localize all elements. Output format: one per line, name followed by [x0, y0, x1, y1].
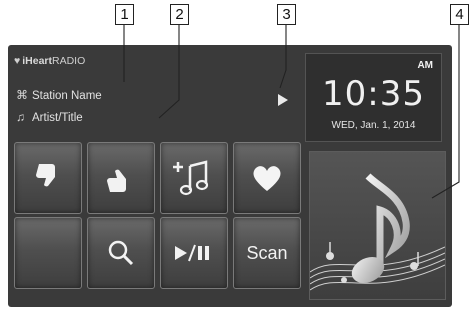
clock-date: WED, Jan. 1, 2014	[331, 120, 416, 131]
iheart-logo-icon: ♥	[14, 55, 21, 67]
callout-1: 1	[115, 4, 134, 25]
thumbs-down-button[interactable]	[14, 142, 82, 214]
station-icon: ⌘	[16, 88, 28, 102]
thumbs-down-icon	[36, 164, 55, 187]
callout-2: 2	[170, 4, 189, 25]
scan-label: Scan	[246, 242, 288, 263]
head-unit-screen: ♥ iHeartRADIO ⌘ Station Name ♫ Artist/Title…	[8, 45, 452, 307]
callout-3: 3	[277, 4, 296, 25]
add-music-button[interactable]	[160, 142, 228, 214]
logo-suffix: RADIO	[52, 55, 86, 67]
callout-4: 4	[450, 4, 469, 25]
scan-button[interactable]: Scan	[233, 217, 301, 289]
search-button[interactable]	[87, 217, 155, 289]
logo-text: iHeart	[22, 55, 52, 67]
thumbs-up-button[interactable]	[87, 142, 155, 214]
heart-icon	[253, 166, 281, 191]
clock-panel: AM 10:35 WED, Jan. 1, 2014	[305, 53, 442, 142]
clock-time: 10:35	[322, 74, 425, 114]
artist-title: Artist/Title	[32, 112, 83, 124]
play-pause-icon	[175, 244, 209, 262]
search-icon	[108, 240, 134, 266]
thumbs-up-icon	[107, 169, 126, 192]
album-art[interactable]	[309, 151, 446, 300]
music-note-icon	[310, 173, 445, 291]
add-music-icon	[173, 160, 209, 196]
artist-title-row: ♫ Artist/Title	[16, 110, 83, 124]
clock-ampm: AM	[417, 60, 433, 71]
source-logo: ♥ iHeartRADIO	[14, 55, 85, 67]
station-name-row: ⌘ Station Name	[16, 88, 102, 102]
play-status-icon	[278, 94, 288, 106]
artist-icon: ♫	[16, 110, 25, 124]
play-pause-button[interactable]	[160, 217, 228, 289]
station-name: Station Name	[32, 90, 102, 102]
favorite-button[interactable]	[233, 142, 301, 214]
blank-button[interactable]	[14, 217, 82, 289]
now-playing-header: ♥ iHeartRADIO ⌘ Station Name ♫ Artist/Title	[8, 45, 304, 135]
